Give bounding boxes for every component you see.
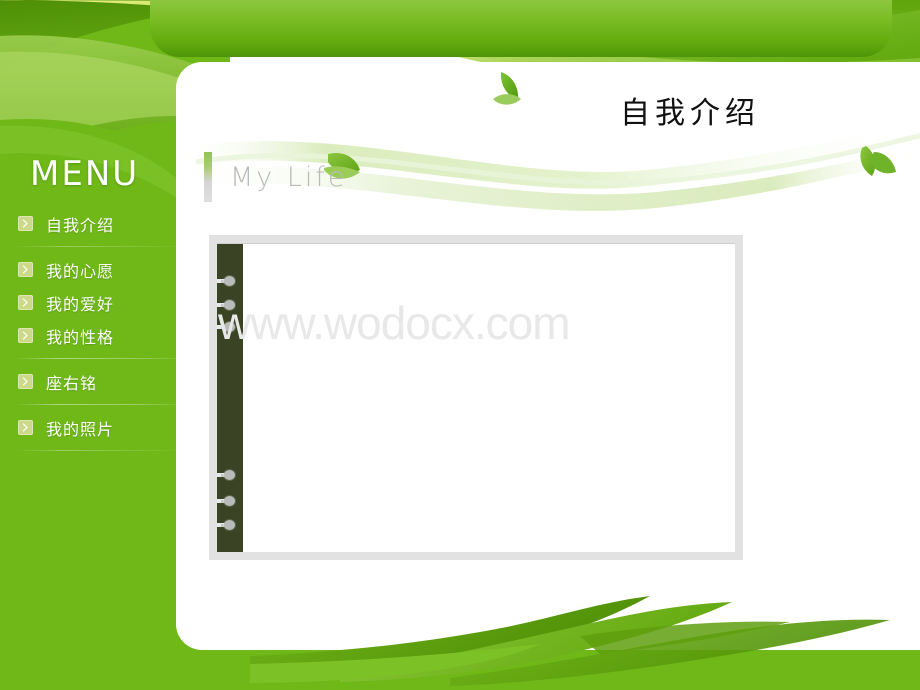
binder-knob (224, 520, 235, 530)
sidebar-item-label: 我的照片 (46, 419, 115, 439)
leaf-sprout-icon (493, 72, 521, 105)
watermark-text: www.wodocx.com (218, 297, 571, 349)
content-box-inner (217, 243, 735, 552)
binder-ring-icon (217, 520, 243, 530)
sidebar-item-label: 座右铭 (46, 373, 98, 393)
section-heading: My Life (204, 152, 348, 202)
binder-ring-icon (217, 276, 243, 286)
sidebar-item-label: 我的心愿 (46, 261, 115, 281)
sidebar-item-my-wish[interactable]: 我的心愿 (0, 253, 200, 286)
sidebar-item-my-photos[interactable]: 我的照片 (0, 411, 200, 444)
binder-ring-icon (217, 470, 243, 480)
heading-accent-bar (204, 152, 212, 202)
menu-divider (14, 404, 190, 405)
sidebar-item-self-intro[interactable]: 自我介绍 (0, 207, 200, 240)
section-heading-label: My Life (230, 161, 348, 193)
slide-canvas: MENU 自我介绍 我的心愿 我的爱好 我的性格 座右铭 我的照片 自我介绍 M… (0, 0, 920, 690)
bottom-green-band (0, 644, 920, 690)
top-green-banner (150, 0, 892, 57)
menu-divider (14, 358, 190, 359)
binder-ring-icon (217, 496, 243, 506)
binder-knob (224, 276, 235, 286)
sidebar-item-motto[interactable]: 座右铭 (0, 365, 200, 398)
menu-divider (14, 246, 190, 247)
sidebar-item-my-personality[interactable]: 我的性格 (0, 319, 200, 352)
binder-knob (224, 470, 235, 480)
chevron-right-icon (18, 216, 33, 231)
sidebar-menu: MENU 自我介绍 我的心愿 我的爱好 我的性格 座右铭 我的照片 (0, 155, 200, 457)
chevron-right-icon (18, 420, 33, 435)
sidebar-item-label: 我的性格 (46, 327, 115, 347)
chevron-right-icon (18, 262, 33, 277)
menu-item-list: 自我介绍 我的心愿 我的爱好 我的性格 座右铭 我的照片 (0, 207, 200, 451)
page-title: 自我介绍 (620, 96, 760, 131)
chevron-right-icon (18, 374, 33, 389)
chevron-right-icon (18, 295, 33, 310)
chevron-right-icon (18, 328, 33, 343)
sidebar-item-label: 我的爱好 (46, 294, 115, 314)
sidebar-item-label: 自我介绍 (46, 215, 115, 235)
menu-title: MENU (30, 154, 140, 194)
menu-divider (14, 450, 190, 451)
content-box[interactable] (209, 235, 743, 560)
binder-knob (224, 496, 235, 506)
sidebar-item-my-hobby[interactable]: 我的爱好 (0, 286, 200, 319)
